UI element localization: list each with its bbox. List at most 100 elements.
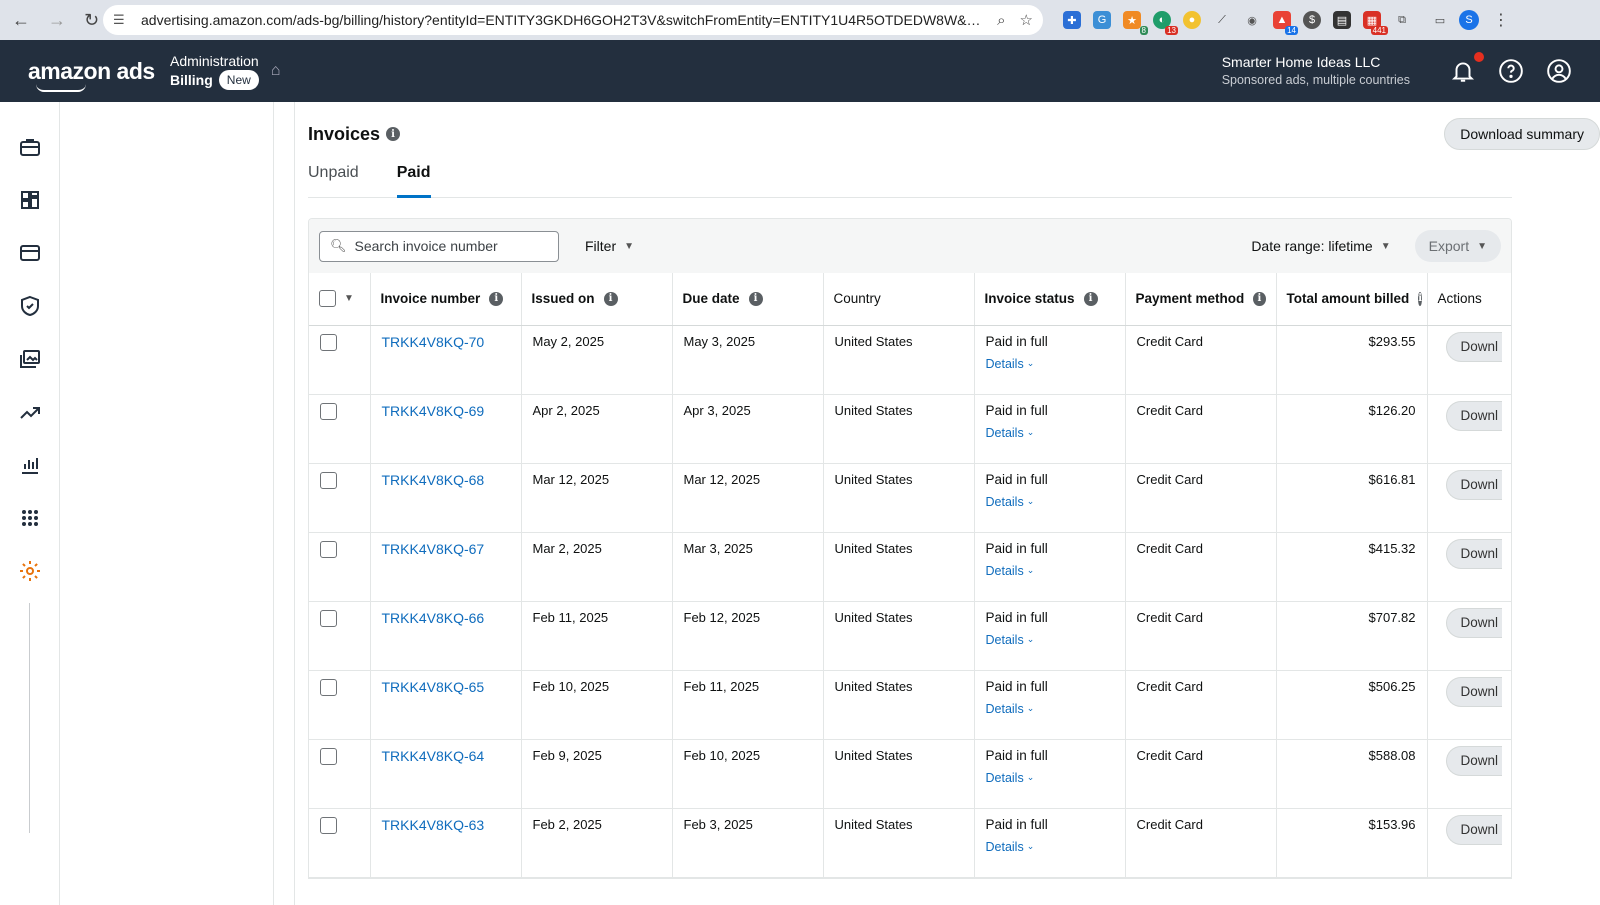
download-button[interactable]: Downl — [1445, 607, 1502, 638]
invoice-link[interactable]: TRKK4V8KQ-68 — [382, 472, 485, 488]
details-toggle[interactable]: Details ⌄ — [986, 840, 1114, 854]
extension-icon[interactable]: ◐ 13 — [1153, 11, 1178, 35]
details-toggle[interactable]: Details ⌄ — [986, 495, 1114, 509]
settings-gear-icon[interactable] — [0, 544, 60, 597]
context-switcher[interactable]: Administration Billing New — [170, 52, 259, 90]
details-toggle[interactable]: Details ⌄ — [986, 357, 1114, 371]
site-info-icon[interactable]: ☰ — [113, 12, 133, 28]
extension-icon[interactable]: $ — [1303, 11, 1321, 29]
info-icon[interactable]: i — [1253, 291, 1266, 306]
chevron-down-icon: ▼ — [624, 240, 635, 252]
info-icon[interactable]: i — [1083, 291, 1098, 306]
row-checkbox[interactable] — [320, 402, 337, 420]
row-checkbox[interactable] — [320, 471, 337, 489]
calendar-icon[interactable]: ▦ 441 — [1363, 11, 1388, 35]
invoice-link[interactable]: TRKK4V8KQ-66 — [382, 610, 485, 626]
download-button[interactable]: Downl — [1445, 538, 1502, 569]
invoice-link[interactable]: TRKK4V8KQ-64 — [382, 748, 485, 764]
extension-icon[interactable]: G — [1093, 11, 1111, 29]
export-button[interactable]: Export ▼ — [1414, 230, 1501, 262]
search-input[interactable]: 🔍︎ Search invoice number — [319, 230, 559, 262]
row-checkbox[interactable] — [320, 747, 337, 765]
invoice-link[interactable]: TRKK4V8KQ-63 — [382, 817, 485, 833]
invoice-link[interactable]: TRKK4V8KQ-70 — [382, 334, 485, 350]
download-button[interactable]: Downl — [1445, 676, 1502, 707]
details-toggle[interactable]: Details ⌄ — [986, 633, 1114, 647]
status-cell: Paid in full Details ⌄ — [974, 808, 1126, 878]
back-icon[interactable]: ← — [12, 10, 30, 31]
user-account-icon[interactable] — [1546, 58, 1572, 84]
puzzle-icon[interactable]: ⧉ — [1393, 11, 1411, 29]
row-checkbox[interactable] — [320, 333, 337, 351]
account-switcher[interactable]: Smarter Home Ideas LLC Sponsored ads, mu… — [1222, 53, 1410, 89]
row-checkbox[interactable] — [320, 678, 337, 696]
info-icon[interactable]: i — [748, 291, 763, 306]
invoice-link[interactable]: TRKK4V8KQ-65 — [382, 679, 485, 695]
col-payment-method[interactable]: Payment method i — [1125, 273, 1277, 326]
help-icon[interactable] — [1498, 58, 1524, 84]
download-button[interactable]: Downl — [1445, 745, 1502, 776]
date-range-dropdown[interactable]: Date range: lifetime ▼ — [1251, 238, 1390, 254]
invoice-link[interactable]: TRKK4V8KQ-67 — [382, 541, 485, 557]
details-toggle[interactable]: Details ⌄ — [986, 771, 1114, 785]
zoom-icon[interactable]: ⌕ — [997, 12, 1005, 29]
forward-icon[interactable]: → — [48, 10, 66, 31]
info-icon[interactable]: i — [489, 291, 504, 306]
bookmark-star-icon[interactable]: ☆ — [1020, 11, 1033, 29]
extension-icon[interactable]: ● — [1183, 11, 1201, 29]
wallet-icon[interactable] — [0, 226, 60, 279]
amazon-ads-logo[interactable]: amazon ads — [28, 58, 168, 92]
info-icon[interactable]: i — [603, 291, 618, 306]
reload-icon[interactable]: ↻ — [84, 10, 99, 31]
dashboard-icon[interactable] — [0, 173, 60, 226]
shield-icon[interactable] — [0, 279, 60, 332]
col-issued-on[interactable]: Issued on i — [521, 273, 673, 326]
select-all-checkbox[interactable] — [319, 290, 336, 308]
col-invoice-status[interactable]: Invoice status i — [974, 273, 1126, 326]
address-bar[interactable]: ☰ advertising.amazon.com/ads-bg/billing/… — [103, 5, 1043, 35]
invoice-link[interactable]: TRKK4V8KQ-69 — [382, 403, 485, 419]
col-country[interactable]: Country — [823, 273, 975, 326]
row-checkbox[interactable] — [320, 609, 337, 627]
notifications-bell-icon[interactable] — [1450, 52, 1484, 84]
details-toggle[interactable]: Details ⌄ — [986, 702, 1114, 716]
row-checkbox[interactable] — [320, 540, 337, 558]
menu-dots-icon[interactable]: ⋮ — [1493, 10, 1509, 30]
tab-paid[interactable]: Paid — [396, 158, 431, 198]
actions-cell: Downl — [1427, 463, 1511, 533]
profile-avatar[interactable]: S — [1459, 10, 1479, 30]
info-icon[interactable]: i — [1418, 291, 1423, 306]
download-summary-button[interactable]: Download summary — [1444, 118, 1600, 150]
trend-chart-icon[interactable] — [0, 385, 60, 438]
col-total-amount[interactable]: Total amount billed i — [1276, 273, 1428, 326]
extension-icon[interactable]: ✚ — [1063, 11, 1081, 29]
bar-chart-icon[interactable] — [0, 438, 60, 491]
extension-icon[interactable]: ▤ — [1333, 11, 1351, 29]
home-icon[interactable]: ⌂ — [271, 62, 281, 80]
apps-grid-icon[interactable] — [0, 491, 60, 544]
download-button[interactable]: Downl — [1445, 331, 1502, 362]
extension-icon[interactable]: ▲ 14 — [1273, 11, 1298, 35]
url-text[interactable]: advertising.amazon.com/ads-bg/billing/hi… — [141, 12, 983, 28]
briefcase-icon[interactable] — [0, 120, 60, 173]
extension-icon[interactable]: ★ 8 — [1123, 11, 1148, 35]
row-checkbox[interactable] — [320, 816, 337, 834]
info-icon[interactable]: i — [386, 127, 401, 141]
download-button[interactable]: Downl — [1445, 400, 1502, 431]
tab-search-icon[interactable]: ▭ — [1431, 11, 1449, 29]
download-button[interactable]: Downl — [1445, 469, 1502, 500]
extension-icon[interactable]: ⟋ — [1213, 11, 1231, 29]
download-button[interactable]: Downl — [1445, 814, 1502, 845]
col-due-date[interactable]: Due date i — [672, 273, 824, 326]
invoices-table: ▼ Invoice number i Issued on i Due date i C… — [309, 273, 1511, 878]
col-invoice-number[interactable]: Invoice number i — [370, 273, 522, 326]
camera-icon[interactable]: ◉ — [1243, 11, 1261, 29]
tab-unpaid[interactable]: Unpaid — [308, 158, 359, 197]
status-cell: Paid in full Details ⌄ — [974, 325, 1126, 395]
caret-down-icon[interactable]: ▼ — [344, 293, 354, 304]
details-toggle[interactable]: Details ⌄ — [986, 564, 1114, 578]
media-library-icon[interactable] — [0, 332, 60, 385]
actions-cell: Downl — [1427, 532, 1511, 602]
details-toggle[interactable]: Details ⌄ — [986, 426, 1114, 440]
filter-dropdown[interactable]: Filter ▼ — [585, 238, 634, 254]
